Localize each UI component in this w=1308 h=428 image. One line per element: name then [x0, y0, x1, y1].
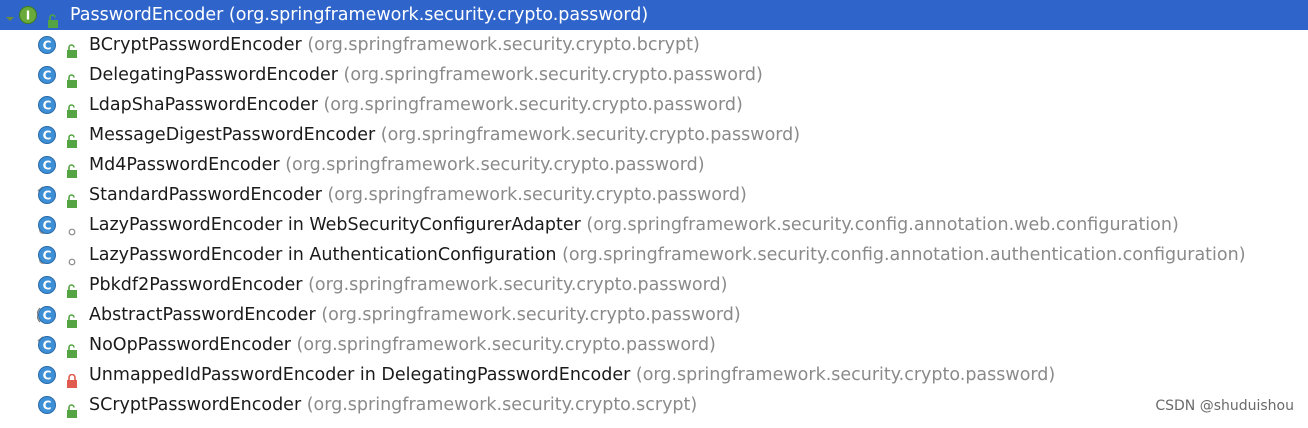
tree-row[interactable]: C LdapShaPasswordEncoder (org.springframe… — [0, 90, 1308, 120]
svg-text:C: C — [43, 369, 52, 383]
watermark: CSDN @shuduishou — [1155, 398, 1294, 414]
svg-text:C: C — [43, 69, 52, 83]
public-icon — [66, 338, 86, 358]
class-name: Pbkdf2PasswordEncoder — [89, 275, 303, 295]
package-name: (org.springframework.security.crypto.pas… — [308, 275, 728, 295]
tree-row[interactable]: C SCryptPasswordEncoder (org.springframew… — [0, 390, 1308, 420]
svg-text:C: C — [43, 219, 52, 233]
package-name: (org.springframework.security.crypto.pas… — [380, 125, 801, 145]
class-icon: C — [37, 65, 57, 85]
class-icon: C — [37, 35, 57, 55]
svg-text:I: I — [26, 9, 30, 23]
class-name: NoOpPasswordEncoder — [89, 335, 291, 355]
public-icon — [66, 308, 86, 328]
expanded-arrow-icon[interactable] — [4, 5, 18, 25]
class-name: PasswordEncoder — [70, 5, 224, 25]
inner-class-icon: C — [37, 245, 57, 265]
tree-row[interactable]: C Pbkdf2PasswordEncoder (org.springframew… — [0, 270, 1308, 300]
package-name: (org.springframework.security.crypto.pas… — [228, 5, 649, 25]
package-name: (org.springframework.security.crypto.pas… — [285, 155, 705, 175]
svg-text:C: C — [43, 129, 52, 143]
package-name: (org.springframework.security.config.ann… — [562, 245, 1246, 265]
class-name: StandardPasswordEncoder — [89, 185, 322, 205]
package-private-icon — [66, 248, 86, 268]
svg-text:C: C — [43, 159, 52, 173]
public-icon — [66, 38, 86, 58]
deprecated-class-icon: C — [37, 185, 57, 205]
public-icon — [47, 8, 67, 28]
class-icon: C — [37, 395, 57, 415]
class-name: LdapShaPasswordEncoder — [89, 95, 318, 115]
inner-class-icon: C — [37, 215, 57, 235]
tree-row[interactable]: C BCryptPasswordEncoder (org.springframew… — [0, 30, 1308, 60]
package-name: (org.springframework.security.crypto.pas… — [321, 305, 741, 325]
class-name: Md4PasswordEncoder — [89, 155, 280, 175]
deprecated-class-icon: C — [37, 335, 57, 355]
public-icon — [66, 278, 86, 298]
tree-row[interactable]: C MessageDigestPasswordEncoder (org.sprin… — [0, 120, 1308, 150]
tree-row[interactable]: C AbstractPasswordEncoder (org.springfram… — [0, 300, 1308, 330]
class-name: MessageDigestPasswordEncoder — [89, 125, 376, 145]
svg-text:C: C — [43, 399, 52, 413]
svg-text:C: C — [43, 339, 52, 353]
class-name: LazyPasswordEncoder in AuthenticationCon… — [89, 245, 557, 265]
tree-row[interactable]: C LazyPasswordEncoder in AuthenticationCo… — [0, 240, 1308, 270]
class-name: BCryptPasswordEncoder — [89, 35, 302, 55]
package-name: (org.springframework.security.crypto.pas… — [343, 65, 763, 85]
public-icon — [66, 188, 86, 208]
class-name: AbstractPasswordEncoder — [89, 305, 316, 325]
public-icon — [66, 128, 86, 148]
public-icon — [66, 98, 86, 118]
package-name: (org.springframework.security.config.ann… — [586, 215, 1179, 235]
tree-row[interactable]: C LazyPasswordEncoder in WebSecurityConfi… — [0, 210, 1308, 240]
class-icon: C — [37, 155, 57, 175]
package-name: (org.springframework.security.crypto.pas… — [635, 365, 1056, 385]
public-icon — [66, 398, 86, 418]
tree-row[interactable]: C StandardPasswordEncoder (org.springfram… — [0, 180, 1308, 210]
public-icon — [66, 68, 86, 88]
tree-row[interactable]: C UnmappedIdPasswordEncoder in Delegating… — [0, 360, 1308, 390]
interface-icon: I — [18, 5, 38, 25]
tree-row[interactable]: C DelegatingPasswordEncoder (org.springfr… — [0, 60, 1308, 90]
package-name: (org.springframework.security.crypto.bcr… — [307, 35, 700, 55]
class-name: SCryptPasswordEncoder — [89, 395, 302, 415]
private-icon — [66, 368, 86, 388]
package-name: (org.springframework.security.crypto.pas… — [327, 185, 747, 205]
svg-text:C: C — [43, 249, 52, 263]
class-name: DelegatingPasswordEncoder — [89, 65, 338, 85]
class-icon: C — [37, 95, 57, 115]
abstract-class-icon: C — [36, 305, 57, 325]
package-private-icon — [66, 218, 86, 238]
class-name: LazyPasswordEncoder in WebSecurityConfig… — [89, 215, 581, 235]
svg-text:C: C — [43, 99, 52, 113]
package-name: (org.springframework.security.crypto.scr… — [306, 395, 698, 415]
svg-text:C: C — [43, 309, 52, 323]
class-icon: C — [37, 275, 57, 295]
class-icon: C — [37, 365, 57, 385]
svg-text:C: C — [43, 189, 52, 203]
class-icon: C — [37, 125, 57, 145]
svg-text:C: C — [43, 39, 52, 53]
tree-row[interactable]: C NoOpPasswordEncoder (org.springframewor… — [0, 330, 1308, 360]
tree-row[interactable]: C Md4PasswordEncoder (org.springframework… — [0, 150, 1308, 180]
package-name: (org.springframework.security.crypto.pas… — [323, 95, 743, 115]
tree-row-root[interactable]: PasswordEncoder (org.springframework.sec… — [0, 0, 1308, 30]
svg-text:C: C — [43, 279, 52, 293]
type-hierarchy-tree: PasswordEncoder (org.springframework.sec… — [0, 0, 1308, 420]
public-icon — [66, 158, 86, 178]
class-name: UnmappedIdPasswordEncoder in DelegatingP… — [89, 365, 631, 385]
package-name: (org.springframework.security.crypto.pas… — [296, 335, 716, 355]
